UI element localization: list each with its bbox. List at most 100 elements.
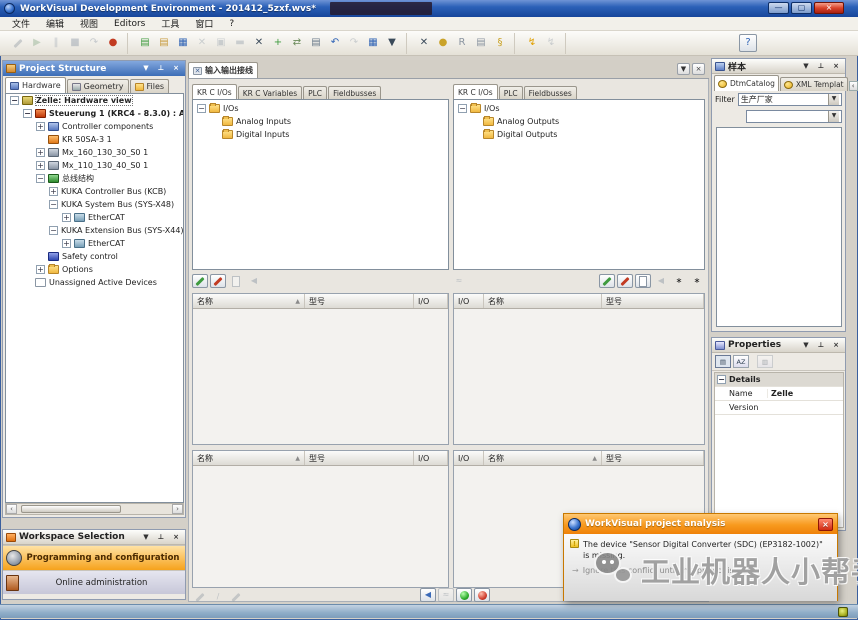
column-header-type[interactable]: 型号	[602, 451, 704, 465]
compare-projects-icon[interactable]: ✕	[415, 34, 433, 52]
project-tab[interactable]: Geometry	[67, 79, 129, 93]
manufacturer-filter-select[interactable]: 生产厂家 ▼	[738, 93, 842, 106]
menu-item[interactable]: Editors	[106, 19, 153, 29]
close-button[interactable]: ×	[814, 2, 844, 14]
layout-caret-icon[interactable]: ▼	[383, 34, 401, 52]
tree-item[interactable]: + KUKA Controller Bus (KCB)	[6, 185, 183, 198]
clipboard-icon[interactable]: ▤	[472, 34, 490, 52]
print-icon[interactable]: ▤	[307, 34, 325, 52]
io-target-tab[interactable]: KR C I/Os	[453, 84, 498, 99]
map-signal-button[interactable]	[192, 274, 208, 288]
tree-expander-icon[interactable]: +	[36, 148, 45, 157]
tree-item[interactable]: Digital Outputs	[454, 128, 704, 141]
scrollbar-thumb[interactable]	[21, 505, 121, 513]
horizontal-scrollbar[interactable]: ‹ ›	[5, 503, 184, 515]
io-target-tab[interactable]: Fieldbusses	[524, 86, 577, 99]
tree-expander-icon[interactable]: −	[10, 96, 19, 105]
speaker-icon[interactable]: ◀	[420, 588, 436, 602]
tree-expander-icon[interactable]: +	[36, 265, 45, 274]
tree-item[interactable]: + Controller components	[6, 120, 183, 133]
stop-icon[interactable]: ■	[66, 34, 84, 52]
project-tab[interactable]: Files	[130, 79, 170, 93]
tree-item[interactable]: + Mx_110_130_40_S0 1	[6, 159, 183, 172]
panel-menu-caret-icon[interactable]: ▼	[800, 340, 812, 351]
edit-page-button[interactable]	[635, 274, 651, 288]
deploy-icon[interactable]: ↯	[523, 34, 541, 52]
column-header-type[interactable]: 型号	[305, 451, 414, 465]
tree-expander-icon[interactable]: +	[62, 213, 71, 222]
tree-expander-icon[interactable]: −	[49, 226, 58, 235]
workspace-item[interactable]: Online administration	[3, 570, 185, 594]
io-source-tab[interactable]: KR C I/Os	[192, 84, 237, 99]
panel-pin-icon[interactable]: ⊥	[155, 63, 167, 74]
transfer-icon[interactable]: ↯	[542, 34, 560, 52]
unmap-signal-button[interactable]	[210, 274, 226, 288]
edit-pencil-icon[interactable]	[9, 34, 27, 52]
swap-icon[interactable]: ⇄	[288, 34, 306, 52]
open-project-icon[interactable]: ▤	[155, 34, 173, 52]
menu-item[interactable]: 视图	[72, 17, 106, 30]
tree-item[interactable]: Analog Inputs	[193, 115, 448, 128]
minimize-button[interactable]: —	[768, 2, 789, 14]
column-header-type[interactable]: 型号	[305, 294, 414, 308]
unmap-signal-button[interactable]	[617, 274, 633, 288]
tree-expander-icon[interactable]: +	[36, 122, 45, 131]
tree-item[interactable]: Digital Inputs	[193, 128, 448, 141]
help-button[interactable]: ?	[739, 34, 757, 52]
panel-pin-icon[interactable]: ⊥	[815, 340, 827, 351]
tree-item[interactable]: Safety control	[6, 250, 183, 263]
group-collapse-icon[interactable]: −	[717, 375, 726, 384]
green-led-button[interactable]	[456, 588, 472, 602]
new-project-icon[interactable]: ▤	[136, 34, 154, 52]
speaker-icon[interactable]: ◀	[653, 274, 669, 288]
tab-list-caret-icon[interactable]: ▼	[677, 63, 690, 75]
tree-expander-icon[interactable]: −	[197, 104, 206, 113]
column-header-type[interactable]: 型号	[602, 294, 704, 308]
pause-icon[interactable]: ‖	[47, 34, 65, 52]
sort-alphabetical-button[interactable]: AZ	[733, 355, 749, 368]
column-header-io[interactable]: I/O	[414, 451, 448, 465]
column-header-io[interactable]: I/O	[454, 294, 484, 308]
tab-close-icon[interactable]: ×	[692, 63, 705, 75]
undo-icon[interactable]: ↶	[326, 34, 344, 52]
column-header-name[interactable]: 名称	[484, 294, 602, 308]
tree-item[interactable]: + Options	[6, 263, 183, 276]
tree-item[interactable]: Unassigned Active Devices	[6, 276, 183, 289]
red-led-button[interactable]	[474, 588, 490, 602]
tree-item[interactable]: KR 50SA-3 1	[6, 133, 183, 146]
pin-down-icon[interactable]: ∗	[689, 274, 705, 288]
redo-icon[interactable]: ↷	[345, 34, 363, 52]
edit-page-icon[interactable]	[228, 274, 244, 288]
edit-icon[interactable]	[192, 590, 208, 604]
panel-pin-icon[interactable]: ⊥	[155, 532, 167, 543]
save-project-icon[interactable]: ▦	[174, 34, 192, 52]
scroll-left-icon[interactable]: ‹	[6, 504, 17, 514]
wave-icon[interactable]: ≈	[438, 588, 454, 602]
workspace-item[interactable]: Programming and configuration	[3, 545, 185, 570]
edit-alt-icon[interactable]	[228, 590, 244, 604]
tree-item[interactable]: − Zelle: Hardware view	[6, 94, 183, 107]
io-source-tab[interactable]: KR C Variables	[238, 86, 302, 99]
dialog-close-button[interactable]: ×	[818, 518, 833, 531]
catalog-tab[interactable]: DtmCatalog	[714, 75, 779, 91]
maximize-button[interactable]: ▢	[791, 2, 812, 14]
property-group-row[interactable]: − Details	[715, 373, 843, 387]
io-source-tab[interactable]: PLC	[303, 86, 327, 99]
catalog-tab[interactable]: XML Templat	[780, 77, 848, 91]
dialog-title-bar[interactable]: WorkVisual project analysis ×	[564, 514, 837, 534]
tree-item[interactable]: − Steuerung 1 (KRC4 - 8.3.0) : Acti	[6, 107, 183, 120]
chevron-down-icon[interactable]: ▼	[828, 94, 839, 105]
column-header-io[interactable]: I/O	[454, 451, 484, 465]
tree-expander-icon[interactable]: +	[49, 187, 58, 196]
menu-item[interactable]: 窗口	[187, 17, 221, 30]
tree-item[interactable]: + Mx_160_130_30_S0 1	[6, 146, 183, 159]
step-icon[interactable]: ↷	[85, 34, 103, 52]
panel-close-icon[interactable]: ×	[170, 532, 182, 543]
io-source-tab[interactable]: Fieldbusses	[328, 86, 381, 99]
panel-menu-caret-icon[interactable]: ▼	[800, 61, 812, 72]
tree-expander-icon[interactable]: +	[62, 239, 71, 248]
play-icon[interactable]: ▶	[28, 34, 46, 52]
tree-expander-icon[interactable]: −	[36, 174, 45, 183]
map-signal-button[interactable]	[599, 274, 615, 288]
tree-expander-icon[interactable]: +	[36, 161, 45, 170]
